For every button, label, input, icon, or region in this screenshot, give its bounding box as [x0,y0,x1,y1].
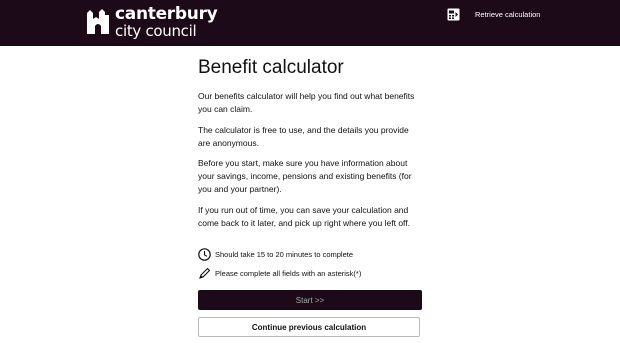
site-header: canterbury city council Retrieve calcula… [0,0,620,46]
page-title: Benefit calculator [198,57,344,78]
retrieve-calculation-link[interactable]: Retrieve calculation [447,7,540,21]
intro-paragraph-3: Before you start, make sure you have inf… [198,158,412,194]
start-button[interactable]: Start >> [198,290,422,310]
main-content: Benefit calculator Our benefits calculat… [198,56,422,279]
logo-wordmark-line1: canterbury [115,3,218,24]
intro-paragraph-2: The calculator is free to use, and the d… [198,125,409,148]
pencil-icon [199,267,211,279]
retrieve-calculation-icon [447,8,460,20]
intro-paragraph-1: Our benefits calculator will help you fi… [198,91,415,114]
intro-paragraph-4: If you run out of time, you can save you… [198,205,410,228]
clock-icon [198,248,211,261]
logo-wordmark-line2: city council [115,21,197,40]
required-fields-text: Please complete all fields with an aster… [215,269,362,278]
continue-previous-calculation-button[interactable]: Continue previous calculation [198,317,420,337]
retrieve-calculation-label: Retrieve calculation [475,9,541,19]
time-estimate-info: Should take 15 to 20 minutes to complete [198,248,353,261]
time-estimate-text: Should take 15 to 20 minutes to complete [215,250,354,259]
canterbury-logo[interactable]: canterbury city council [86,3,218,40]
cathedral-icon [87,9,109,34]
required-fields-info: Please complete all fields with an aster… [198,267,361,280]
